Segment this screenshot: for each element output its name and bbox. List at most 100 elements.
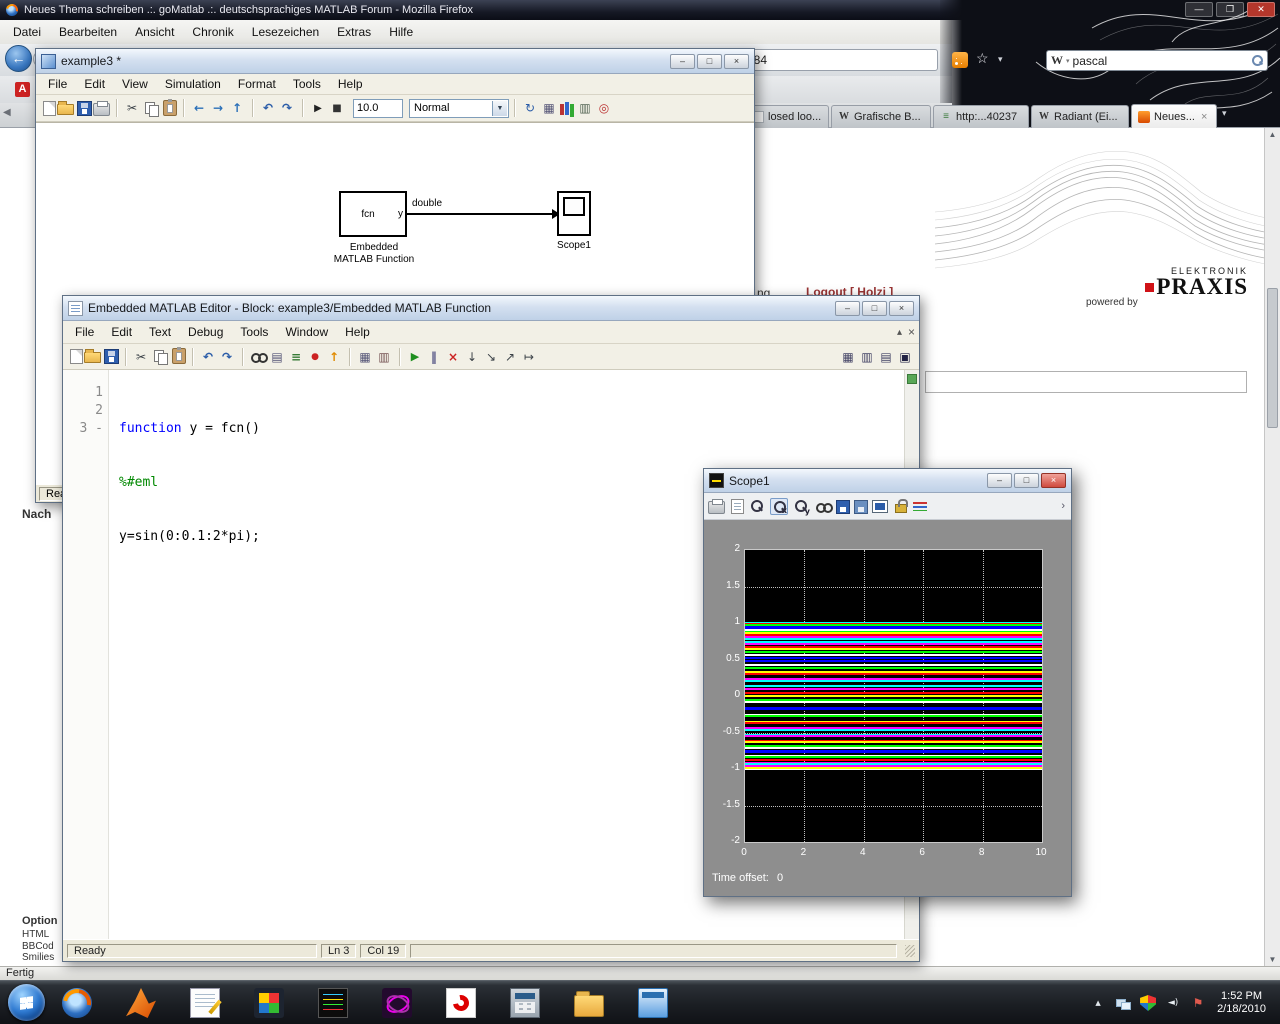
- publish-up-icon[interactable]: [325, 348, 343, 365]
- scope-axes[interactable]: [744, 549, 1043, 843]
- menu-help[interactable]: Help: [337, 324, 378, 340]
- tab-2[interactable]: W Grafische B...: [831, 105, 931, 128]
- target-icon[interactable]: [595, 100, 613, 117]
- matlab-icon[interactable]: [126, 988, 156, 1018]
- build-icon[interactable]: [356, 348, 374, 365]
- menu-hilfe[interactable]: Hilfe: [380, 23, 422, 41]
- simulation-mode-select[interactable]: Normal ▼: [409, 99, 509, 118]
- autoscale-icon[interactable]: [814, 498, 832, 515]
- close-button[interactable]: [889, 301, 914, 316]
- matlab-figure-icon[interactable]: [318, 988, 348, 1018]
- zoom-y-icon[interactable]: y: [792, 498, 810, 515]
- print-icon[interactable]: [93, 103, 110, 116]
- continue-icon[interactable]: [520, 348, 538, 365]
- save-axes-icon[interactable]: [836, 500, 850, 514]
- maximize-button[interactable]: [1014, 473, 1039, 488]
- build-icon[interactable]: [540, 100, 558, 117]
- copy-icon[interactable]: [151, 348, 169, 365]
- step-in-icon[interactable]: [482, 348, 500, 365]
- page-scrollbar[interactable]: ▲ ▼: [1264, 128, 1280, 966]
- flag-icon[interactable]: [1190, 995, 1206, 1011]
- grid-app-icon[interactable]: [254, 988, 284, 1018]
- save-icon[interactable]: [104, 349, 119, 364]
- up-icon[interactable]: [228, 100, 246, 117]
- scrollbar-thumb[interactable]: [1267, 288, 1278, 428]
- bookmark-star-icon[interactable]: ☆: [976, 50, 989, 67]
- simulation-stop-time-input[interactable]: [353, 99, 403, 118]
- library-icon[interactable]: [559, 102, 575, 116]
- menu-lesezeichen[interactable]: Lesezeichen: [243, 23, 328, 41]
- zoom-x-icon[interactable]: x: [770, 498, 788, 515]
- redo-icon[interactable]: [218, 348, 236, 365]
- menu-tools[interactable]: Tools: [285, 76, 329, 92]
- forward-icon[interactable]: [209, 100, 227, 117]
- goto-icon[interactable]: [268, 348, 286, 365]
- scope-block[interactable]: [557, 191, 591, 236]
- menu-file[interactable]: File: [67, 324, 102, 340]
- search-magnifier-icon[interactable]: [1252, 55, 1263, 66]
- cut-icon[interactable]: [123, 100, 141, 117]
- stop-icon[interactable]: [328, 100, 346, 117]
- restore-axes-icon[interactable]: [854, 500, 868, 514]
- tab-list-chevron-icon[interactable]: ▾: [1222, 108, 1227, 119]
- editor-title-bar[interactable]: Embedded MATLAB Editor - Block: example3…: [63, 296, 919, 321]
- search-engine-chevron-icon[interactable]: ▾: [1066, 57, 1070, 65]
- new-icon[interactable]: [43, 101, 56, 116]
- run-black-icon[interactable]: [309, 100, 327, 117]
- undo-icon[interactable]: [259, 100, 277, 117]
- tab-1[interactable]: losed loo...: [745, 105, 829, 128]
- chevron-up-icon[interactable]: [1090, 995, 1106, 1011]
- firefox-close-button[interactable]: ✕: [1247, 2, 1275, 17]
- grid-4-icon[interactable]: [839, 348, 857, 365]
- menu-window[interactable]: Window: [277, 324, 336, 340]
- network-icon[interactable]: [1115, 995, 1131, 1011]
- forum-input-field[interactable]: [925, 371, 1247, 393]
- find-icon[interactable]: [249, 348, 267, 365]
- new-icon[interactable]: [70, 349, 83, 364]
- copy-icon[interactable]: [142, 100, 160, 117]
- redo-icon[interactable]: [278, 100, 296, 117]
- open-icon[interactable]: [84, 352, 101, 363]
- zoom-icon[interactable]: [748, 498, 766, 515]
- firefox-icon[interactable]: [62, 988, 92, 1018]
- menu-help[interactable]: Help: [330, 76, 371, 92]
- simulink-title-bar[interactable]: example3 *: [36, 49, 754, 74]
- folder-icon[interactable]: [574, 995, 604, 1017]
- presentation-icon[interactable]: [382, 988, 412, 1018]
- maximize-button[interactable]: [862, 301, 887, 316]
- exit-debug-icon[interactable]: [444, 348, 462, 365]
- minimize-button[interactable]: [987, 473, 1012, 488]
- explorer-icon[interactable]: [638, 988, 668, 1018]
- menu-edit[interactable]: Edit: [76, 76, 113, 92]
- menu-text[interactable]: Text: [141, 324, 179, 340]
- menu-view[interactable]: View: [114, 76, 156, 92]
- menu-tools[interactable]: Tools: [232, 324, 276, 340]
- menu-simulation[interactable]: Simulation: [157, 76, 229, 92]
- resize-grip[interactable]: [905, 945, 915, 957]
- paste-icon[interactable]: [172, 348, 186, 364]
- menu-format[interactable]: Format: [230, 76, 284, 92]
- maximize-button[interactable]: [697, 54, 722, 69]
- print-icon[interactable]: [708, 501, 725, 514]
- volume-icon[interactable]: [1165, 995, 1181, 1011]
- package-icon[interactable]: [375, 348, 393, 365]
- grid-2h-icon[interactable]: [858, 348, 876, 365]
- shield-icon[interactable]: [1140, 995, 1156, 1011]
- taskbar-clock[interactable]: 1:52 PM 2/18/2010: [1215, 990, 1274, 1016]
- close-button[interactable]: [724, 54, 749, 69]
- calculator-icon[interactable]: [510, 988, 540, 1018]
- refresh-icon[interactable]: [521, 100, 539, 117]
- menu-extras[interactable]: Extras: [328, 23, 380, 41]
- close-document-icon[interactable]: ×: [908, 325, 915, 339]
- scroll-up-icon[interactable]: ▲: [1265, 130, 1280, 139]
- run-green-icon[interactable]: [406, 348, 424, 365]
- minimize-button[interactable]: [670, 54, 695, 69]
- open-icon[interactable]: [57, 104, 74, 115]
- undo-icon[interactable]: [199, 348, 217, 365]
- firefox-restore-button[interactable]: ❐: [1216, 2, 1244, 17]
- grid-2v-icon[interactable]: [877, 348, 895, 365]
- cut-icon[interactable]: [132, 348, 150, 365]
- tab-4[interactable]: W Radiant (Ei...: [1031, 105, 1129, 128]
- scroll-down-icon[interactable]: ▼: [1265, 955, 1280, 964]
- acrobat-icon[interactable]: [446, 988, 476, 1018]
